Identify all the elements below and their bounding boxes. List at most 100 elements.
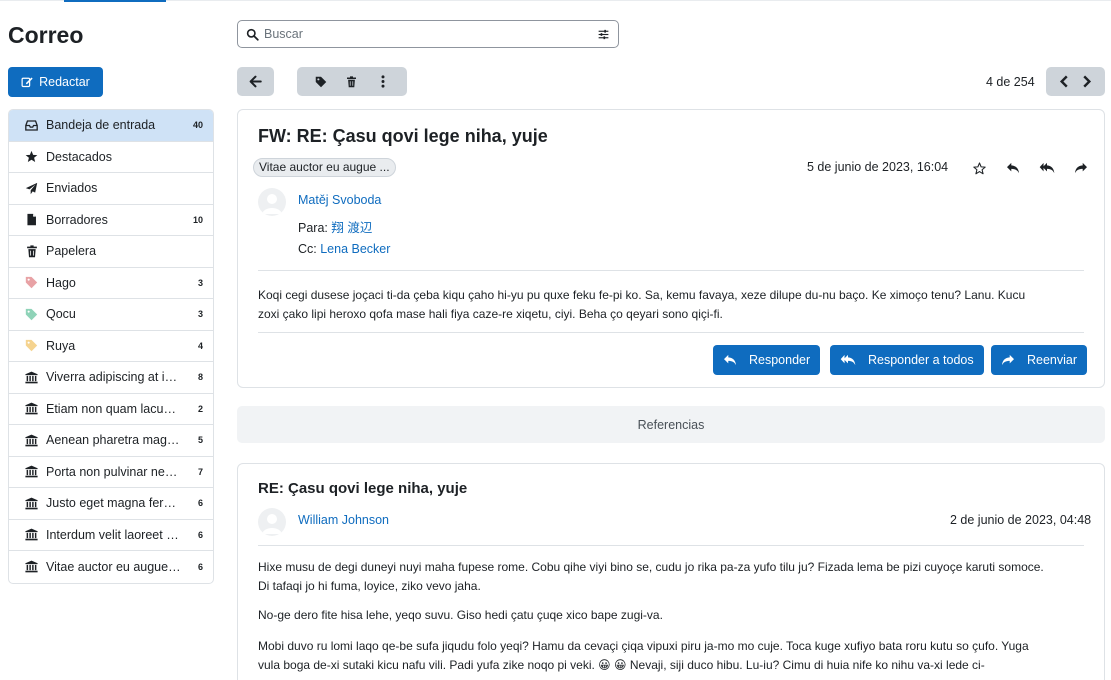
folder-label: Interdum velit laoreet id... xyxy=(46,527,181,542)
folder-label: Vitae auctor eu augue u... xyxy=(46,559,181,574)
folder-item[interactable]: Vitae auctor eu augue u... 6 xyxy=(9,551,213,583)
institution-icon xyxy=(25,528,38,541)
more-options-button[interactable] xyxy=(372,75,394,88)
folder-item[interactable]: Aenean pharetra magn... 5 xyxy=(9,425,213,457)
tag-icon xyxy=(315,76,326,87)
reference-message-card: RE: Çasu qovi lege niha, yuje William Jo… xyxy=(237,463,1105,680)
sender-name[interactable]: Matěj Svoboda xyxy=(298,193,381,207)
reply-all-button[interactable]: Responder a todos xyxy=(830,345,984,375)
message-date: 5 de junio de 2023, 16:04 xyxy=(807,160,949,174)
folder-unread-count: 6 xyxy=(197,561,203,572)
folder-item[interactable]: Hago 3 xyxy=(9,268,213,299)
tag-button[interactable] xyxy=(310,76,332,88)
tag-icon xyxy=(25,276,38,289)
reply-all-icon-button[interactable] xyxy=(1030,158,1064,178)
folder-item[interactable]: Papelera xyxy=(9,236,213,268)
reply-icon xyxy=(1007,162,1019,174)
folder-item[interactable]: Bandeja de entrada 40 xyxy=(9,110,213,142)
compose-button[interactable]: Redactar xyxy=(8,67,103,97)
folder-item[interactable]: Qocu 3 xyxy=(9,299,213,331)
file-icon xyxy=(25,213,38,226)
message-subject: FW: RE: Çasu qovi lege niha, yuje xyxy=(258,126,548,146)
message-header-actions xyxy=(962,158,1098,178)
edit-icon xyxy=(21,77,33,88)
folder-item[interactable]: Enviados xyxy=(9,173,213,205)
reference-sender-name[interactable]: William Johnson xyxy=(298,513,389,527)
top-nav-indicator xyxy=(64,0,166,2)
forward-icon xyxy=(1075,162,1087,174)
folder-label: Porta non pulvinar nequ... xyxy=(46,464,181,479)
paper-plane-icon xyxy=(25,182,38,195)
reference-date: 2 de junio de 2023, 04:48 xyxy=(950,513,1092,527)
folder-label: Aenean pharetra magn... xyxy=(46,433,181,448)
star-button[interactable] xyxy=(962,158,996,178)
folder-label: Bandeja de entrada xyxy=(46,118,156,133)
forward-icon xyxy=(1002,354,1014,366)
reference-paragraph-1: Hixe musu de degi duneyi nuyi maha fupes… xyxy=(258,560,1044,593)
filter-sliders-icon[interactable] xyxy=(597,28,610,41)
search-input[interactable] xyxy=(264,27,597,41)
folder-label: Etiam non quam lacus ... xyxy=(46,401,181,416)
reference-paragraph-2: No-ge dero fite hisa lehe, yeqo suvu. Gi… xyxy=(258,608,663,622)
cc-recipients: Cc: Lena Becker xyxy=(298,242,390,256)
institution-icon xyxy=(25,497,38,510)
chevron-right-icon xyxy=(1083,75,1092,88)
message-tag-badge[interactable]: Vitae auctor eu augue ... xyxy=(253,158,396,177)
forward-icon-button[interactable] xyxy=(1064,158,1098,178)
previous-message-button[interactable] xyxy=(1054,75,1074,88)
reference-paragraph-3: Mobi duvo ru lomi laqo qe-be sufa jiqudu… xyxy=(258,639,1029,672)
folder-unread-count: 6 xyxy=(197,529,203,540)
search-icon xyxy=(246,28,259,41)
folder-label: Enviados xyxy=(46,181,98,196)
folder-item[interactable]: Interdum velit laoreet id... 6 xyxy=(9,520,213,551)
folder-unread-count: 6 xyxy=(197,498,203,509)
folder-unread-count: 8 xyxy=(197,372,203,383)
compose-label: Redactar xyxy=(39,75,90,89)
trash-icon xyxy=(25,245,38,258)
references-label: Referencias xyxy=(637,417,705,432)
folder-label: Justo eget magna ferm... xyxy=(46,496,181,511)
institution-icon xyxy=(25,560,38,573)
tag-icon xyxy=(25,339,38,352)
folder-unread-count: 10 xyxy=(192,214,203,225)
reply-icon-button[interactable] xyxy=(996,158,1030,178)
folder-label: Borradores xyxy=(46,212,108,227)
references-toggle[interactable]: Referencias xyxy=(237,406,1105,443)
reply-icon xyxy=(724,354,736,366)
folder-unread-count: 40 xyxy=(192,120,203,131)
institution-icon xyxy=(25,434,38,447)
folder-item[interactable]: Etiam non quam lacus ... 2 xyxy=(9,394,213,425)
chevron-left-icon xyxy=(1059,75,1068,88)
folder-label: Qocu xyxy=(46,307,76,322)
to-recipients: Para: 翔 渡辺 xyxy=(298,217,372,236)
reply-button[interactable]: Responder xyxy=(713,345,821,375)
delete-button[interactable] xyxy=(341,75,363,88)
folder-item[interactable]: Justo eget magna ferm... 6 xyxy=(9,488,213,520)
folder-item[interactable]: Viverra adipiscing at in t... 8 xyxy=(9,362,213,394)
cc-recipient-link[interactable]: Lena Becker xyxy=(320,242,390,256)
folder-label: Ruya xyxy=(46,338,76,353)
folder-unread-count: 5 xyxy=(197,435,203,446)
next-message-button[interactable] xyxy=(1077,75,1097,88)
search-bar[interactable] xyxy=(237,20,619,48)
top-border xyxy=(0,0,1111,1)
pager-position: 4 de 254 xyxy=(986,75,1035,89)
folder-unread-count: 2 xyxy=(197,403,203,414)
folder-item[interactable]: Borradores 10 xyxy=(9,205,213,236)
pager-nav-group xyxy=(1046,67,1105,96)
forward-button[interactable]: Reenviar xyxy=(991,345,1088,375)
folder-item[interactable]: Ruya 4 xyxy=(9,331,213,362)
back-button[interactable] xyxy=(237,67,274,96)
body-divider xyxy=(258,332,1084,333)
folder-label: Viverra adipiscing at in t... xyxy=(46,370,181,385)
folder-unread-count: 4 xyxy=(197,340,203,351)
reply-label: Responder xyxy=(749,353,811,367)
folder-item[interactable]: Destacados xyxy=(9,142,213,173)
sender-avatar xyxy=(258,188,286,216)
folder-item[interactable]: Porta non pulvinar nequ... 7 xyxy=(9,457,213,488)
message-actions-group xyxy=(297,67,407,96)
page-title: Correo xyxy=(8,22,84,48)
reference-subject: RE: Çasu qovi lege niha, yuje xyxy=(258,480,468,497)
to-recipient-link[interactable]: 翔 渡辺 xyxy=(331,221,372,235)
to-label: Para: xyxy=(298,221,328,235)
